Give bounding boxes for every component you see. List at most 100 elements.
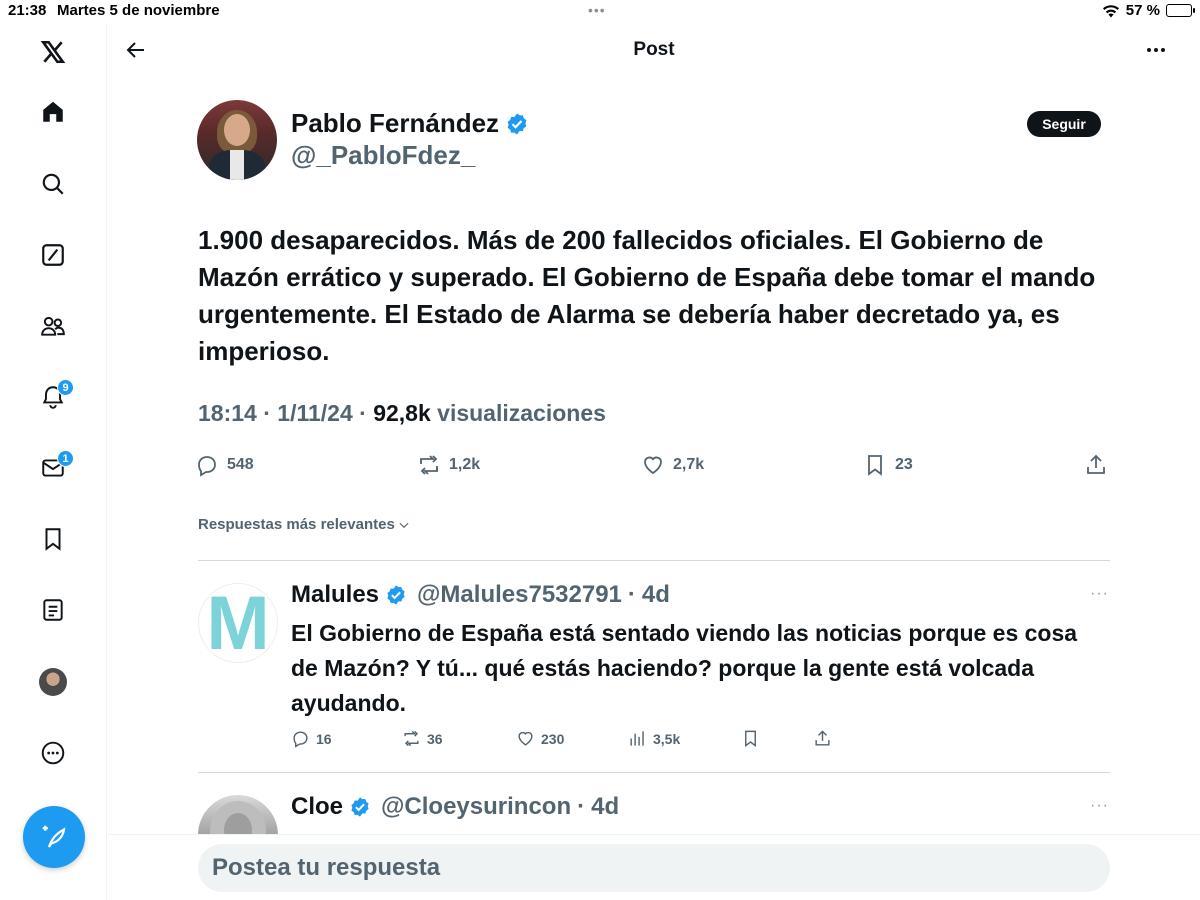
sort-label: Respuestas más relevantes — [198, 516, 395, 533]
meta-separator: · — [359, 400, 374, 426]
avatar-face — [224, 114, 250, 146]
views-count: 92,8k — [373, 400, 431, 426]
like-count: 2,7k — [673, 456, 705, 473]
meta-separator: · — [263, 400, 278, 426]
bookmark-button[interactable]: 23 — [863, 453, 913, 477]
reply-author[interactable]: Cloe @Cloeysurincon · 4d — [291, 793, 619, 821]
author-name-text[interactable]: Pablo Fernández — [291, 108, 499, 139]
ellipsis-icon — [1147, 48, 1165, 52]
reply-age[interactable]: 4d — [591, 793, 619, 821]
like-count: 230 — [541, 730, 565, 747]
reply-like-button[interactable]: 230 — [516, 729, 564, 748]
grok-icon[interactable] — [33, 235, 73, 275]
reply-author-name[interactable]: Malules — [291, 581, 379, 609]
repost-count: 1,2k — [449, 456, 481, 473]
repost-button[interactable]: 1,2k — [417, 453, 480, 477]
verified-badge-icon — [387, 585, 405, 605]
views-count: 3,5k — [653, 730, 681, 747]
post-time[interactable]: 18:14 — [198, 400, 257, 426]
reply-more-button[interactable]: ··· — [1090, 797, 1110, 817]
post-meta: 18:14 · 1/11/24 · 92,8k visualizaciones — [198, 400, 606, 427]
meta-separator: · — [627, 581, 636, 608]
bookmark-icon — [868, 455, 882, 476]
reply-text: El Gobierno de España está sentado viend… — [291, 620, 1078, 716]
share-button[interactable] — [1084, 453, 1108, 477]
reply-author[interactable]: Malules @Malules7532791 · 4d — [291, 581, 670, 609]
avatar-shirt — [230, 150, 244, 180]
reply-avatar[interactable]: M — [198, 581, 278, 666]
divider — [198, 560, 1110, 561]
reply-count: 16 — [316, 730, 332, 747]
post-header: Post — [108, 24, 1200, 76]
messages-icon[interactable]: 1 — [33, 448, 74, 488]
profile-avatar[interactable] — [33, 662, 73, 702]
reply-count: 548 — [227, 456, 254, 473]
notifications-badge: 9 — [57, 379, 74, 396]
reply-composer-bar: Postea tu respuesta — [108, 834, 1200, 900]
share-icon — [1087, 454, 1105, 474]
avatar-letter: M — [206, 580, 270, 666]
more-options-button[interactable] — [1140, 34, 1172, 66]
lists-icon[interactable] — [33, 590, 73, 630]
compose-button[interactable] — [23, 806, 85, 868]
battery-percent: 57 % — [1125, 2, 1160, 19]
reply-author-handle[interactable]: @Cloeysurincon — [381, 793, 571, 821]
more-icon[interactable] — [33, 733, 73, 773]
like-button[interactable]: 2,7k — [641, 453, 704, 477]
bookmarks-icon[interactable] — [33, 519, 73, 559]
multitasking-dots[interactable]: ••• — [588, 2, 606, 18]
repost-icon — [404, 730, 419, 747]
author-name[interactable]: Pablo Fernández — [291, 108, 529, 139]
verified-badge-icon — [351, 797, 369, 817]
search-icon[interactable] — [33, 164, 73, 204]
reply-views-button[interactable]: 3,5k — [628, 729, 680, 748]
bookmark-count: 23 — [895, 456, 913, 473]
post-date[interactable]: 1/11/24 — [277, 400, 352, 426]
avatar — [39, 668, 67, 696]
reply-icon — [293, 731, 308, 748]
status-right: 57 % — [1102, 2, 1195, 19]
home-icon[interactable] — [33, 92, 73, 132]
reply-bookmark-button[interactable] — [741, 729, 760, 748]
reply-icon — [198, 456, 216, 477]
follow-button[interactable]: Seguir — [1027, 111, 1101, 137]
views-label: visualizaciones — [437, 400, 606, 426]
reply-repost-button[interactable]: 36 — [402, 729, 443, 748]
compose-icon — [42, 825, 66, 848]
verified-badge-icon — [507, 113, 527, 134]
reply-button[interactable]: 548 — [195, 453, 254, 477]
sort-replies-dropdown[interactable]: Respuestas más relevantes — [198, 516, 411, 533]
reply-reply-button[interactable]: 16 — [291, 729, 332, 748]
post-actions: 548 1,2k 2,7k 23 — [195, 453, 1110, 481]
communities-icon[interactable] — [33, 306, 73, 346]
chevron-down-icon — [399, 522, 409, 528]
messages-badge: 1 — [57, 450, 74, 467]
share-icon — [815, 730, 830, 746]
reply-share-button[interactable] — [813, 729, 832, 748]
post-text: 1.900 desaparecidos. Más de 200 fallecid… — [198, 225, 1096, 366]
status-bar: 21:38 Martes 5 de noviembre ••• 57 % — [0, 0, 1200, 24]
author-avatar[interactable] — [197, 100, 277, 180]
notifications-icon[interactable]: 9 — [33, 377, 74, 417]
status-time: 21:38 — [8, 2, 47, 19]
wifi-icon — [1102, 4, 1119, 17]
divider — [198, 772, 1110, 773]
reply-author-handle[interactable]: @Malules7532791 — [417, 581, 622, 609]
reply-more-button[interactable]: ··· — [1090, 585, 1110, 605]
reply-actions: 16 36 230 3,5k — [291, 729, 851, 751]
analytics-icon — [630, 731, 644, 746]
repost-icon — [420, 455, 438, 475]
status-date: Martes 5 de noviembre — [57, 2, 220, 19]
heart-icon — [518, 731, 533, 746]
reply-age[interactable]: 4d — [642, 581, 670, 609]
battery-icon — [1166, 4, 1195, 17]
sidebar-nav: 9 1 — [0, 24, 107, 900]
reply-input[interactable]: Postea tu respuesta — [198, 844, 1110, 892]
repost-count: 36 — [427, 730, 443, 747]
bookmark-icon — [745, 730, 756, 748]
reply-author-name[interactable]: Cloe — [291, 793, 343, 821]
page-title: Post — [633, 39, 675, 60]
author-handle[interactable]: @_PabloFdez_ — [291, 140, 475, 171]
heart-icon — [644, 456, 662, 475]
x-logo-icon[interactable] — [33, 32, 73, 72]
